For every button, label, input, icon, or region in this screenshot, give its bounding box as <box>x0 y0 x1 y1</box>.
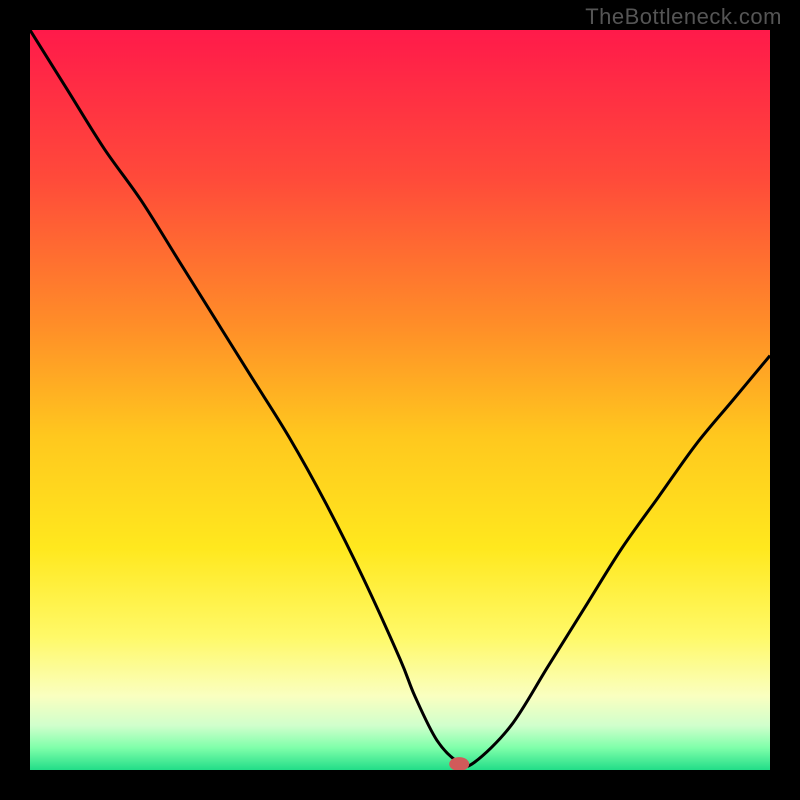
bottleneck-chart <box>30 30 770 770</box>
plot-area <box>30 30 770 770</box>
chart-frame: TheBottleneck.com <box>0 0 800 800</box>
watermark-text: TheBottleneck.com <box>585 4 782 30</box>
